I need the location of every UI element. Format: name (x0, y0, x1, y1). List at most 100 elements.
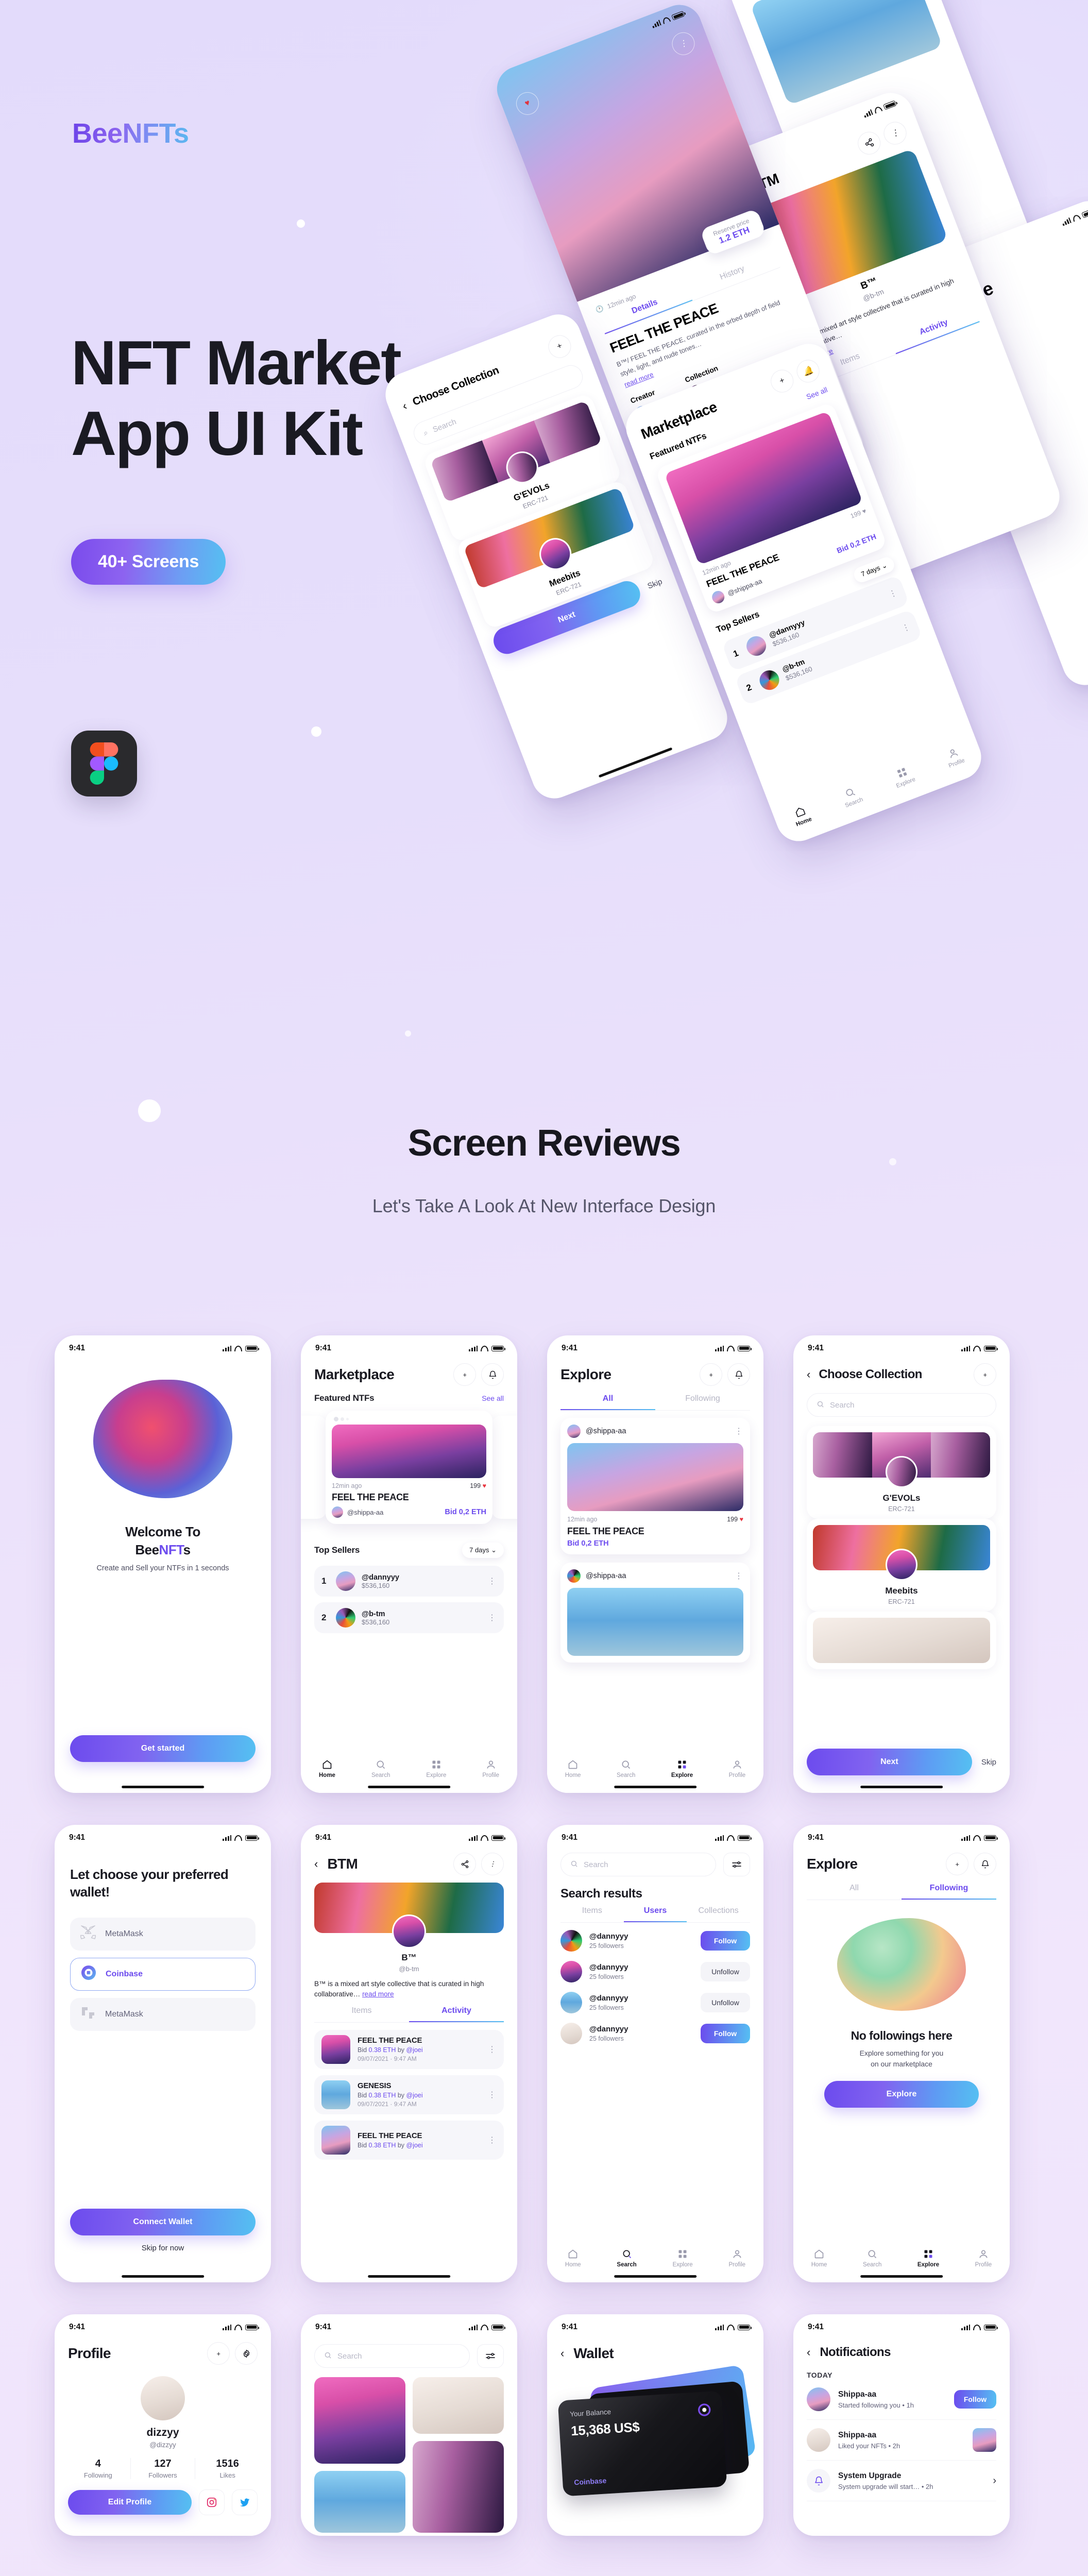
like-icon[interactable]: ♥ (513, 89, 542, 118)
table-row[interactable]: 1 @dannyyy $536,160 ⋮ (314, 1566, 504, 1597)
search-input[interactable]: Search (314, 2344, 470, 2368)
more-vertical-icon[interactable]: ⋮ (900, 621, 912, 634)
sidebar-item-search[interactable]: Search (863, 2249, 881, 2268)
more-vertical-icon[interactable]: ⋮ (669, 29, 698, 59)
search-input[interactable]: Search (807, 1393, 996, 1417)
more-vertical-icon[interactable]: ⋮ (488, 2135, 497, 2145)
chevron-left-icon[interactable]: ‹ (314, 1857, 318, 1871)
table-row[interactable]: FEEL THE PEACE Bid 0.38 ETH by @joei 09/… (314, 2029, 504, 2069)
list-item[interactable]: @dannyyy 25 followers Follow (560, 2023, 750, 2044)
more-vertical-icon[interactable]: ⋮ (481, 1853, 504, 1875)
sidebar-item-profile[interactable]: Profile (729, 1759, 745, 1778)
list-item[interactable]: @dannyyy 25 followers Unfollow (560, 1992, 750, 2013)
table-row[interactable]: FEEL THE PEACE Bid 0.38 ETH by @joei ⋮ (314, 2120, 504, 2160)
tab-users[interactable]: Users (623, 1906, 687, 1922)
wallet-card-front[interactable]: Your Balance 15,368 US$ Coinbase (557, 2391, 727, 2497)
sidebar-item-profile[interactable]: Profile (728, 2249, 745, 2268)
table-row[interactable]: GENESIS Bid 0.38 ETH by @joei 09/07/2021… (314, 2075, 504, 2114)
see-all-link[interactable]: See all (805, 385, 829, 401)
more-vertical-icon[interactable]: ⋮ (735, 1426, 743, 1436)
skip-button[interactable]: Skip (981, 1758, 996, 1767)
list-item[interactable] (807, 1612, 996, 1669)
tab-items[interactable]: Items (314, 2006, 409, 2022)
more-vertical-icon[interactable]: ⋮ (735, 1571, 743, 1581)
sidebar-item-search[interactable]: Search (840, 784, 864, 809)
sidebar-item-profile[interactable]: Profile (943, 745, 965, 769)
instagram-icon[interactable] (199, 2489, 225, 2515)
connect-wallet-button[interactable]: Connect Wallet (70, 2209, 256, 2235)
sidebar-item-explore[interactable]: Explore (917, 2249, 939, 2268)
list-item[interactable]: Shippa-aa Started following you • 1h Fol… (807, 2379, 996, 2420)
tab-following[interactable]: Following (902, 1884, 996, 1900)
tab-all[interactable]: All (560, 1394, 655, 1410)
sidebar-item-search[interactable]: Search (371, 1759, 390, 1778)
nft-thumbnail[interactable] (314, 2377, 405, 2464)
sidebar-item-profile[interactable]: Profile (975, 2249, 992, 2268)
table-row[interactable]: 2 @b-tm $536,160 ⋮ (314, 1602, 504, 1633)
tab-following[interactable]: Following (655, 1394, 750, 1410)
wallet-option-walletconnect[interactable]: MetaMask (70, 1997, 256, 2031)
sidebar-item-home[interactable]: Home (790, 804, 813, 827)
get-started-button[interactable]: Get started (70, 1735, 256, 1762)
list-item[interactable]: Shippa-aa Liked your NFTs • 2h (807, 2420, 996, 2461)
sidebar-item-home[interactable]: Home (811, 2249, 827, 2268)
twitter-icon[interactable] (232, 2489, 258, 2515)
bell-icon[interactable] (727, 1363, 750, 1386)
sidebar-item-search[interactable]: Search (617, 1759, 635, 1778)
search-input[interactable]: Search (560, 1853, 716, 1876)
plus-icon[interactable]: + (974, 1363, 996, 1386)
chevron-right-icon[interactable]: › (993, 2475, 996, 2487)
list-item[interactable]: System Upgrade System upgrade will start… (807, 2461, 996, 2501)
sliders-icon[interactable] (477, 2344, 504, 2368)
follow-button[interactable]: Follow (701, 2024, 750, 2043)
nft-thumbnail[interactable] (314, 2471, 405, 2533)
sidebar-item-profile[interactable]: Profile (482, 1759, 499, 1778)
nft-thumbnail[interactable] (413, 2441, 504, 2533)
edit-profile-button[interactable]: Edit Profile (68, 2490, 192, 2515)
unfollow-button[interactable]: Unfollow (701, 1993, 750, 2012)
plus-icon[interactable]: + (545, 332, 574, 362)
nft-thumbnail[interactable] (413, 2377, 504, 2434)
sidebar-item-explore[interactable]: Explore (671, 1759, 693, 1778)
gear-icon[interactable] (235, 2342, 258, 2365)
follow-button[interactable]: Follow (954, 2390, 996, 2409)
list-item[interactable]: @dannyyy 25 followers Follow (560, 1930, 750, 1952)
more-vertical-icon[interactable]: ⋮ (488, 2090, 497, 2100)
chevron-left-icon[interactable]: ‹ (400, 399, 409, 413)
see-all-link[interactable]: See all (482, 1394, 504, 1402)
next-button[interactable]: Next (807, 1749, 972, 1775)
more-vertical-icon[interactable]: ⋮ (880, 118, 910, 148)
sliders-icon[interactable] (723, 1853, 750, 1876)
tab-items[interactable]: Items (560, 1906, 624, 1922)
more-vertical-icon[interactable]: ⋮ (488, 1613, 497, 1623)
sidebar-item-explore[interactable]: Explore (426, 1759, 446, 1778)
unfollow-button[interactable]: Unfollow (701, 1962, 750, 1981)
skip-button[interactable]: Skip (646, 577, 663, 590)
list-item[interactable]: @dannyyy 25 followers Unfollow (560, 1961, 750, 1982)
chevron-left-icon[interactable]: ‹ (560, 2347, 564, 2360)
share-icon[interactable] (854, 128, 884, 158)
share-icon[interactable] (453, 1853, 476, 1875)
sidebar-item-explore[interactable]: Explore (891, 764, 916, 789)
bell-icon[interactable] (481, 1363, 504, 1386)
wallet-option-coinbase[interactable]: Coinbase (70, 1957, 256, 1991)
tab-activity[interactable]: Activity (409, 2006, 504, 2022)
range-dropdown[interactable]: 7 days ⌄ (462, 1543, 504, 1558)
more-vertical-icon[interactable]: ⋮ (887, 587, 899, 600)
tab-all[interactable]: All (807, 1884, 902, 1900)
read-more-link[interactable]: read more (362, 1990, 394, 1998)
list-item[interactable]: G'EVOLs ERC-721 (807, 1426, 996, 1519)
plus-icon[interactable]: + (207, 2342, 230, 2365)
sidebar-item-home[interactable]: Home (565, 1759, 581, 1778)
skip-link[interactable]: Skip for now (70, 2244, 256, 2252)
more-vertical-icon[interactable]: ⋮ (488, 2044, 497, 2055)
list-item[interactable]: Meebits ERC-721 (807, 1519, 996, 1612)
follow-button[interactable]: Follow (701, 1931, 750, 1951)
bell-icon[interactable] (974, 1853, 996, 1875)
chevron-left-icon[interactable]: ‹ (807, 1368, 810, 1381)
tab-collections[interactable]: Collections (687, 1906, 750, 1922)
more-vertical-icon[interactable]: ⋮ (488, 1576, 497, 1586)
plus-icon[interactable]: + (700, 1363, 722, 1386)
sidebar-item-home[interactable]: Home (565, 2249, 581, 2268)
explore-button[interactable]: Explore (824, 2081, 979, 2108)
